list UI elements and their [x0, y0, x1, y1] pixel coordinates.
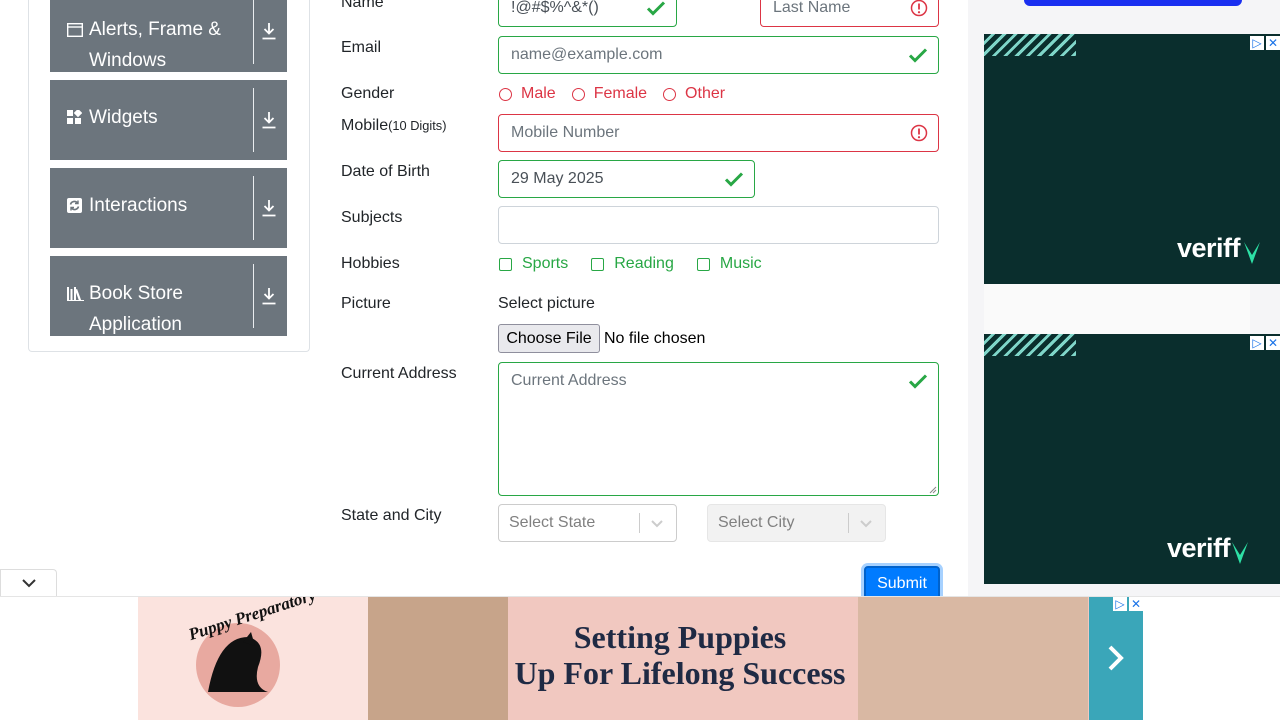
hobby-reading-checkbox[interactable]: Reading [591, 255, 674, 273]
ad-close-icon[interactable]: ✕ [1266, 336, 1280, 350]
chevron-down-icon [22, 579, 36, 588]
ad-choices-icon[interactable]: ▷ [1113, 597, 1127, 611]
invalid-alert-icon [910, 124, 928, 142]
puppy-banner-ad[interactable]: Puppy Preparatory Setting Puppies Up For… [138, 597, 1143, 720]
widgets-icon [67, 105, 83, 134]
ad-button-top[interactable] [1024, 0, 1242, 6]
invalid-alert-icon [910, 0, 928, 17]
mobile-field[interactable]: Mobile Number [498, 114, 939, 152]
veriff-leaf-icon [1232, 542, 1248, 564]
collapse-ad-tab[interactable] [0, 569, 57, 596]
sidebar-group-label: Interactions [89, 195, 188, 216]
mobile-hint: (10 Digits) [388, 118, 447, 133]
woman-puppies-photo [858, 597, 1088, 720]
sidebar-group-alerts[interactable]: Alerts, Frame & Windows [50, 0, 287, 72]
resize-handle-icon[interactable] [929, 486, 937, 494]
puppy-photo [368, 597, 508, 720]
subjects-label: Subjects [341, 209, 403, 226]
ad-choices-icon[interactable]: ▷ [1250, 36, 1264, 50]
last-name-field[interactable]: Last Name [760, 0, 939, 27]
gender-other-radio[interactable]: Other [663, 85, 725, 103]
download-icon[interactable] [261, 111, 277, 129]
ad-gap [984, 284, 1250, 334]
chevron-right-icon [1108, 645, 1124, 671]
dob-field[interactable]: 29 May 2025 [498, 160, 755, 198]
valid-check-icon [908, 48, 928, 63]
state-city-label: State and City [341, 507, 442, 524]
ad-close-icon[interactable]: ✕ [1266, 36, 1280, 50]
ad-choices-icon[interactable]: ▷ [1250, 336, 1264, 350]
veriff-ad-1[interactable]: ▷ ✕ veriff [984, 34, 1280, 284]
sidebar-group-label: Alerts, Frame & [89, 19, 221, 40]
download-icon[interactable] [261, 199, 277, 217]
books-icon [67, 281, 84, 310]
interactions-icon [67, 193, 83, 222]
gender-female-radio[interactable]: Female [571, 85, 647, 103]
subjects-input[interactable] [498, 206, 939, 244]
sidebar-group-widgets[interactable]: Widgets [50, 80, 287, 160]
city-select[interactable]: Select City [707, 504, 886, 542]
gender-label: Gender [341, 85, 395, 102]
sidebar-group-label: Widgets [89, 107, 158, 128]
veriff-ad-2[interactable]: ▷ ✕ veriff [984, 334, 1280, 584]
sidebar-group-bookstore[interactable]: Book Store Application [50, 256, 287, 336]
choose-file-button[interactable]: Choose File [498, 324, 600, 353]
sidebar-group-label-line2: Application [89, 314, 182, 335]
window-icon [66, 17, 84, 46]
mobile-label: Mobile(10 Digits) [341, 117, 447, 134]
veriff-leaf-icon [1244, 242, 1260, 264]
download-icon[interactable] [261, 287, 277, 305]
ad-close-icon[interactable]: ✕ [1129, 597, 1143, 611]
hobbies-checkbox-group: Sports Reading Music [499, 255, 785, 273]
banner-headline: Setting Puppies Up For Lifelong Success [514, 619, 846, 691]
hobby-music-checkbox[interactable]: Music [696, 255, 762, 273]
gender-male-radio[interactable]: Male [499, 85, 556, 103]
chevron-down-icon [860, 520, 872, 528]
valid-check-icon [908, 374, 928, 389]
state-select[interactable]: Select State [498, 504, 677, 542]
veriff-logo: veriff [1176, 233, 1241, 263]
gender-radio-group: Male Female Other [499, 85, 741, 103]
picture-prompt: Select picture [498, 295, 595, 312]
hobbies-label: Hobbies [341, 255, 400, 272]
address-label: Current Address [341, 365, 457, 382]
sidebar-group-label-line2: Windows [89, 50, 167, 71]
picture-label: Picture [341, 295, 391, 312]
puppy-preparatory-logo: Puppy Preparatory [138, 597, 368, 720]
email-field[interactable]: name@example.com [498, 36, 939, 74]
sidebar-group-interactions[interactable]: Interactions [50, 168, 287, 248]
valid-check-icon [724, 172, 744, 187]
no-file-text: No file chosen [604, 330, 706, 347]
chevron-down-icon [651, 520, 663, 528]
veriff-logo: veriff [1166, 533, 1231, 563]
name-label: Name [341, 0, 384, 11]
email-label: Email [341, 39, 382, 56]
dob-label: Date of Birth [341, 163, 430, 180]
valid-check-icon [646, 1, 666, 16]
first-name-field[interactable]: !@#$%^&*() [498, 0, 677, 27]
banner-next-button[interactable] [1089, 597, 1143, 720]
sidebar-group-label: Book Store [89, 283, 183, 304]
address-textarea[interactable]: Current Address [498, 362, 939, 496]
hobby-sports-checkbox[interactable]: Sports [499, 255, 568, 273]
download-icon[interactable] [261, 22, 277, 40]
